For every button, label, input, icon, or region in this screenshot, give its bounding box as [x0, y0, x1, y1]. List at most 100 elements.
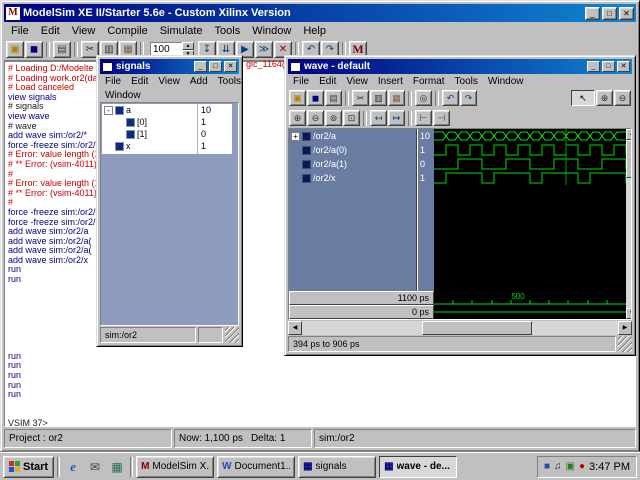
scroll-track[interactable]	[626, 178, 631, 308]
menu-item[interactable]: File	[5, 24, 35, 38]
task-modelsim[interactable]: M ModelSim X...	[136, 455, 215, 478]
menu-item[interactable]: Tools	[213, 76, 246, 87]
wave-names-pane[interactable]: + /or2/a 10 /or2/a(0) 1 /or2/a(1) 0 /or2…	[289, 129, 434, 319]
resize-grip[interactable]	[618, 336, 632, 352]
menu-item[interactable]: View	[66, 24, 102, 38]
display-settings-icon[interactable]: ▣	[566, 461, 575, 472]
menu-item[interactable]: Tools	[209, 24, 247, 38]
signals-titlebar[interactable]: signals _ □ ✕	[100, 59, 239, 74]
menu-item[interactable]: File	[288, 76, 314, 87]
expand-left-icon[interactable]: ⊢	[415, 110, 432, 126]
[0][interactable]: [0] 1	[102, 116, 232, 128]
signals-tree-pane[interactable]: - a 10 [0] 1 [1] 0 x 1	[100, 102, 239, 326]
/or2/a(1)[interactable]: /or2/a(1) 0	[289, 157, 434, 171]
find-icon[interactable]: ◎	[415, 90, 432, 106]
close-icon[interactable]: ✕	[619, 6, 634, 20]
continue-run-icon[interactable]: ≫	[255, 41, 273, 58]
taskbar-clock: 3:47 PM	[589, 460, 630, 473]
scroll-left-icon[interactable]: ◀	[288, 321, 302, 335]
zoom-range-icon[interactable]: ⊡	[343, 110, 360, 126]
print-icon[interactable]: ▤	[325, 90, 342, 106]
menu-item[interactable]: Window	[100, 90, 146, 101]
tree-expand-icon[interactable]: +	[291, 131, 300, 141]
task-signals[interactable]: ▦ signals	[298, 455, 377, 478]
minimize-icon[interactable]: _	[587, 61, 600, 72]
scroll-thumb[interactable]	[626, 140, 631, 178]
scroll-up-icon[interactable]: ▲	[626, 129, 631, 140]
maximize-icon[interactable]: □	[602, 6, 617, 20]
task-document1[interactable]: W Document1...	[217, 455, 296, 478]
open-icon[interactable]: ▣	[6, 41, 24, 58]
tray-app-icon[interactable]: ■	[544, 461, 550, 472]
menu-item[interactable]: Window	[483, 76, 529, 87]
menu-item[interactable]: Edit	[314, 76, 341, 87]
/or2/a(0)[interactable]: /or2/a(0) 1	[289, 143, 434, 157]
waveform-canvas[interactable]: 500	[434, 129, 626, 319]
/or2/a[interactable]: + /or2/a 10	[289, 129, 434, 143]
scroll-thumb[interactable]	[422, 321, 532, 335]
zoom-out-icon[interactable]: ⊖	[614, 90, 631, 106]
ie-icon[interactable]: e	[63, 457, 83, 477]
menu-item[interactable]: Format	[408, 76, 450, 87]
[1][interactable]: [1] 0	[102, 128, 232, 140]
zoom-out-2x-icon[interactable]: ⊖	[307, 110, 324, 126]
zoom-full-icon[interactable]: ⊚	[325, 110, 342, 126]
prev-transition-icon[interactable]: ↤	[370, 110, 387, 126]
copy-icon[interactable]: ▥	[370, 90, 387, 106]
save-icon[interactable]: ◼	[307, 90, 324, 106]
menu-item[interactable]: Edit	[126, 76, 153, 87]
main-titlebar[interactable]: M ModelSim XE II/Starter 5.6e - Custom X…	[4, 4, 636, 22]
tray-status-icon[interactable]: ●	[579, 461, 585, 472]
menu-item[interactable]: View	[153, 76, 185, 87]
spin-up-icon[interactable]: ▲	[182, 41, 194, 50]
a[interactable]: - a 10	[102, 104, 232, 116]
maximize-icon[interactable]: □	[209, 61, 222, 72]
system-tray: ■ ♫ ▣ ● 3:47 PM	[536, 455, 637, 478]
tree-expand-icon[interactable]: -	[104, 105, 113, 115]
menu-item[interactable]: View	[341, 76, 373, 87]
menu-item[interactable]: Tools	[450, 76, 483, 87]
expand-right-icon[interactable]: ⊣	[433, 110, 450, 126]
scroll-right-icon[interactable]: ▶	[618, 321, 632, 335]
scroll-track[interactable]	[302, 321, 618, 335]
maximize-icon[interactable]: □	[602, 61, 615, 72]
show-desktop-icon[interactable]: ▦	[107, 457, 127, 477]
print-icon[interactable]: ▤	[53, 41, 71, 58]
menu-item[interactable]: Simulate	[154, 24, 209, 38]
wave-horizontal-scrollbar[interactable]: ◀ ▶	[288, 321, 632, 335]
menu-item[interactable]: Edit	[35, 24, 66, 38]
signal-value: 1	[420, 145, 426, 155]
resize-grip[interactable]	[225, 327, 239, 343]
open-icon[interactable]: ▣	[289, 90, 306, 106]
menu-item[interactable]: Window	[246, 24, 297, 38]
task-wave[interactable]: ▦ wave - de...	[379, 455, 458, 478]
zoom-in-icon[interactable]: ⊕	[596, 90, 613, 106]
wave-vertical-scrollbar[interactable]: ▲ ▼	[626, 129, 631, 319]
menu-item[interactable]: Help	[297, 24, 332, 38]
redo-icon[interactable]: ↷	[460, 90, 477, 106]
wave-titlebar[interactable]: wave - default _ □ ✕	[288, 59, 632, 74]
close-icon[interactable]: ✕	[224, 61, 237, 72]
close-icon[interactable]: ✕	[617, 61, 630, 72]
next-transition-icon[interactable]: ↦	[388, 110, 405, 126]
timeline-ruler[interactable]: 500	[434, 291, 626, 305]
menu-item[interactable]: File	[100, 76, 126, 87]
save-icon[interactable]: ◼	[25, 41, 43, 58]
start-button[interactable]: Start	[3, 455, 55, 478]
scroll-down-icon[interactable]: ▼	[626, 308, 631, 319]
cursor-track[interactable]	[434, 305, 626, 319]
paste-icon[interactable]: ▦	[388, 90, 405, 106]
x[interactable]: x 1	[102, 140, 232, 152]
zoom-in-2x-icon[interactable]: ⊕	[289, 110, 306, 126]
minimize-icon[interactable]: _	[585, 6, 600, 20]
menu-item[interactable]: Compile	[101, 24, 153, 38]
undo-icon[interactable]: ↶	[442, 90, 459, 106]
minimize-icon[interactable]: _	[194, 61, 207, 72]
outlook-icon[interactable]: ✉	[85, 457, 105, 477]
select-cursor-icon[interactable]: ↖	[571, 90, 595, 106]
volume-icon[interactable]: ♫	[554, 461, 562, 472]
/or2/x[interactable]: /or2/x 1	[289, 171, 434, 185]
menu-item[interactable]: Insert	[373, 76, 408, 87]
cut-icon[interactable]: ✂	[352, 90, 369, 106]
menu-item[interactable]: Add	[185, 76, 213, 87]
